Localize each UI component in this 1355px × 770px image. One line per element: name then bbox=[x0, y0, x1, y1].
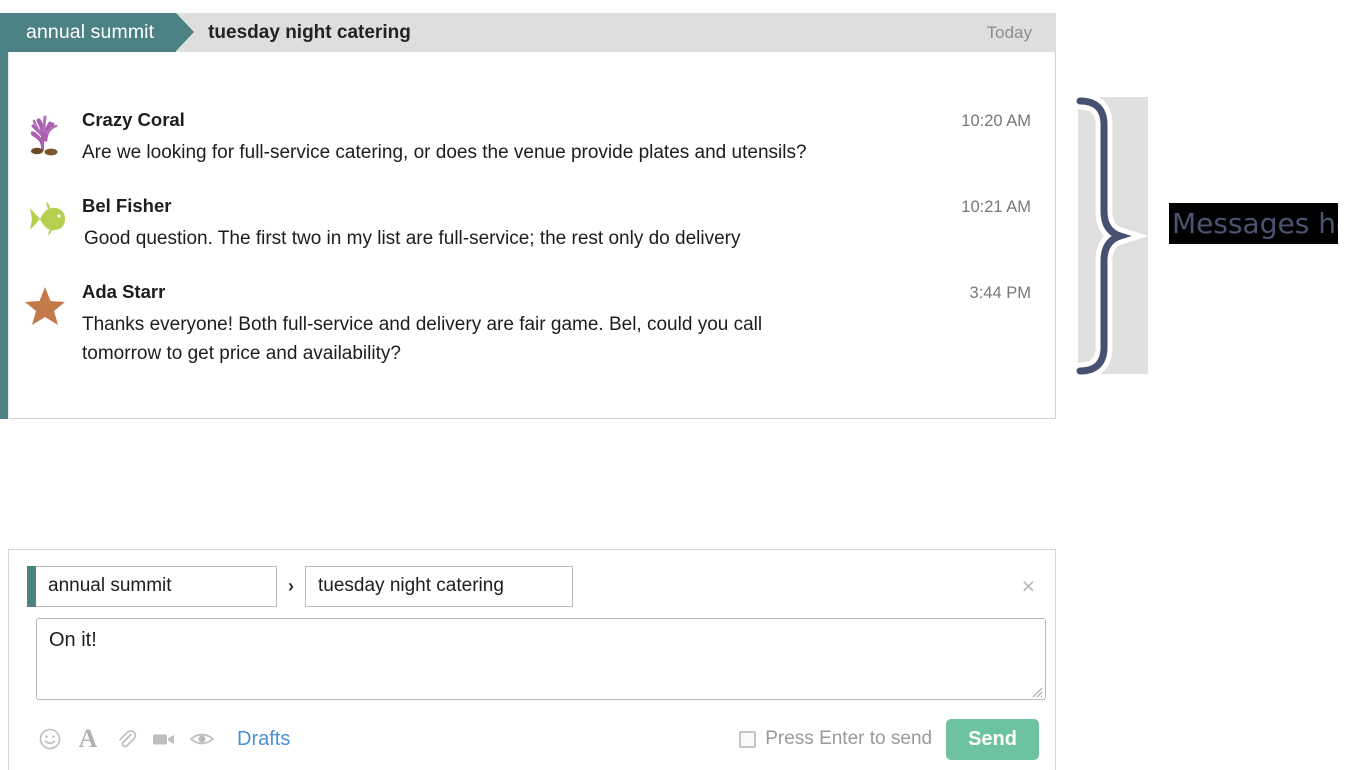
conversation-accent-bar bbox=[0, 13, 8, 419]
message-body: Bel Fisher 10:21 AM Good question. The f… bbox=[82, 195, 1055, 253]
coral-avatar bbox=[8, 109, 82, 167]
emoji-icon[interactable] bbox=[31, 720, 69, 758]
compose-message-input[interactable]: On it! bbox=[36, 618, 1046, 700]
message-header: Ada Starr 3:44 PM bbox=[82, 281, 1031, 303]
annotation-label: Messages hours apart bbox=[1169, 203, 1338, 244]
compose-room-input[interactable]: annual summit bbox=[36, 565, 277, 607]
message-row: Ada Starr 3:44 PM Thanks everyone! Both … bbox=[8, 253, 1055, 368]
message-header: Bel Fisher 10:21 AM bbox=[82, 195, 1031, 217]
compose-accent-bar bbox=[27, 565, 36, 607]
message-list: Crazy Coral 10:20 AM Are we looking for … bbox=[0, 13, 1056, 419]
message-timestamp: 10:21 AM bbox=[961, 198, 1031, 216]
preview-eye-icon[interactable] bbox=[183, 720, 221, 758]
press-enter-to-send-checkbox[interactable] bbox=[739, 730, 757, 748]
room-tab-label: annual summit bbox=[26, 21, 155, 43]
message-author: Crazy Coral bbox=[82, 109, 185, 130]
text-format-glyph: A bbox=[78, 724, 98, 753]
message-text: Good question. The first two in my list … bbox=[84, 228, 741, 249]
compose-topic-value: tuesday night catering bbox=[318, 575, 504, 596]
message-row: Crazy Coral 10:20 AM Are we looking for … bbox=[8, 52, 1055, 167]
resize-grip-icon[interactable] bbox=[1031, 686, 1043, 698]
curly-brace-icon bbox=[1071, 95, 1149, 377]
conversation-date-label: Today bbox=[986, 22, 1032, 42]
message-timestamp: 10:20 AM bbox=[961, 112, 1031, 130]
starfish-avatar bbox=[8, 281, 82, 368]
fish-avatar bbox=[8, 195, 82, 253]
message-body: Crazy Coral 10:20 AM Are we looking for … bbox=[82, 109, 1055, 167]
press-enter-to-send-label: Press Enter to send bbox=[765, 728, 933, 749]
drafts-link[interactable]: Drafts bbox=[237, 728, 290, 751]
video-camera-icon[interactable] bbox=[145, 720, 183, 758]
annotation-group: Messages hours apart bbox=[1070, 95, 1355, 385]
message-row: Bel Fisher 10:21 AM Good question. The f… bbox=[8, 167, 1055, 253]
room-tab[interactable]: annual summit bbox=[8, 13, 195, 52]
compose-message-value: On it! bbox=[49, 629, 97, 651]
text-format-icon[interactable]: A bbox=[69, 720, 107, 758]
conversation-panel: annual summit tuesday night catering Tod… bbox=[0, 13, 1056, 419]
chevron-right-icon: › bbox=[288, 575, 294, 596]
message-author: Ada Starr bbox=[82, 281, 166, 302]
compose-recipients-row: annual summit › tuesday night catering × bbox=[9, 550, 1055, 622]
message-timestamp: 3:44 PM bbox=[969, 284, 1031, 302]
compose-room-value: annual summit bbox=[48, 575, 172, 596]
compose-toolbar: A Drafts Press Enter to send Send bbox=[31, 713, 1039, 765]
message-text: Are we looking for full-service catering… bbox=[82, 142, 807, 163]
attachment-icon[interactable] bbox=[107, 720, 145, 758]
compose-panel: annual summit › tuesday night catering ×… bbox=[8, 549, 1056, 770]
close-icon[interactable]: × bbox=[1022, 574, 1035, 598]
conversation-header: annual summit tuesday night catering Tod… bbox=[8, 13, 1056, 52]
send-button[interactable]: Send bbox=[946, 718, 1039, 760]
message-text: Thanks everyone! Both full-service and d… bbox=[82, 314, 763, 364]
message-header: Crazy Coral 10:20 AM bbox=[82, 109, 1031, 131]
message-body: Ada Starr 3:44 PM Thanks everyone! Both … bbox=[82, 281, 1055, 368]
topic-title: tuesday night catering bbox=[208, 21, 411, 43]
press-enter-to-send-option[interactable]: Press Enter to send bbox=[739, 728, 932, 750]
message-author: Bel Fisher bbox=[82, 195, 172, 216]
compose-topic-input[interactable]: tuesday night catering bbox=[305, 565, 573, 607]
